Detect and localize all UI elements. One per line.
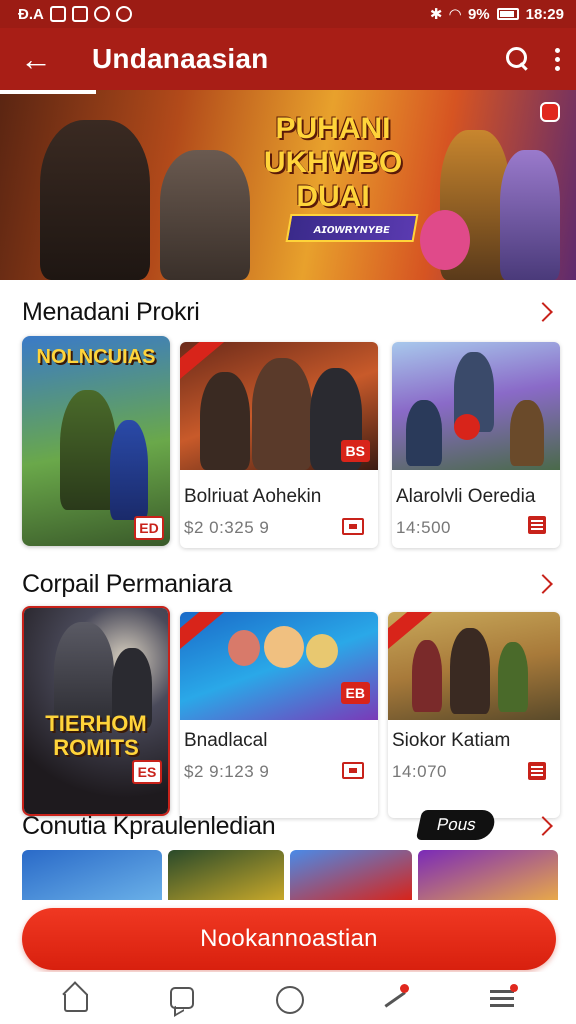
thumb-figure — [406, 400, 442, 466]
thumb-figure — [412, 640, 442, 712]
game-price: 14:500 — [396, 518, 451, 537]
battery-percent: 9% — [467, 5, 490, 23]
game-card[interactable]: EB Bnadlacal $2 9:123 9 — [180, 612, 378, 818]
promo-banner[interactable]: PUHANI UKHWBO DUAI ᴀɪᴏᴡʀʏɴʏʙᴇ — [0, 90, 576, 280]
plus-pill[interactable]: Pous — [416, 810, 498, 840]
alarm-icon — [93, 6, 110, 22]
menu-icon[interactable] — [486, 982, 519, 1014]
stats-icon[interactable] — [379, 982, 411, 1014]
game-price: $2 0:325 9 — [184, 518, 270, 537]
featured-game-badge: ES — [132, 760, 162, 784]
game-price: 14:070 — [392, 762, 447, 781]
game-card[interactable]: Alarolvli Oeredia 14:500 — [392, 342, 560, 548]
more-options-icon[interactable] — [554, 47, 560, 71]
game-card[interactable]: Siokor Katiam 14:070 — [388, 612, 560, 818]
status-bar: Đ.A ✱ ◠ 9% 18:29 — [0, 0, 576, 28]
game-name: Bolriuat Aohekin — [184, 486, 322, 507]
banner-tag: ᴀɪᴏᴡʀʏɴʏʙᴇ — [285, 214, 419, 242]
search-icon[interactable] — [506, 47, 530, 71]
game-chip: BS — [340, 440, 370, 462]
sync-icon — [115, 6, 132, 22]
featured-game-card[interactable]: TIERHOM ROMITS ES — [22, 606, 170, 816]
section-header[interactable]: Conutia Kpraulenledian Pous — [22, 808, 558, 844]
thumb-head — [228, 630, 260, 666]
wifi-icon: ◠ — [449, 6, 461, 23]
section-title: Corpail Permaniara — [22, 569, 232, 598]
thumb-figure — [510, 400, 544, 466]
banner-hero-creature — [420, 210, 470, 270]
notification-icon — [49, 6, 66, 22]
featured-hero-figure — [60, 390, 116, 510]
list-icon[interactable] — [528, 762, 546, 780]
banner-indicator — [0, 90, 96, 94]
app-screen: Đ.A ✱ ◠ 9% 18:29 ← Undanaasian PUHANI UK… — [0, 0, 576, 1024]
section-title: Menadani Prokri — [22, 297, 200, 326]
new-ribbon — [180, 612, 227, 655]
featured-game-title: TIERHOM ROMITS — [45, 711, 147, 760]
featured-game-badge: ED — [134, 516, 164, 540]
thumb-figure — [450, 628, 490, 714]
section-header[interactable]: Menadani Prokri — [22, 294, 558, 330]
game-thumbnail-mini[interactable] — [418, 850, 558, 900]
section-title: Conutia Kpraulenledian — [22, 811, 276, 840]
page-title: Undanaasian — [92, 43, 269, 74]
battery-icon — [496, 8, 519, 20]
hexagon-icon[interactable] — [272, 982, 304, 1014]
status-left: Đ.A — [18, 6, 132, 23]
game-thumbnail: EB — [180, 612, 378, 720]
status-carrier-text: Đ.A — [18, 5, 44, 23]
chat-icon[interactable] — [165, 982, 197, 1014]
banner-hero-elf — [500, 150, 560, 280]
status-right: ✱ ◠ 9% 18:29 — [429, 5, 564, 24]
bluetooth-icon: ✱ — [429, 6, 443, 23]
game-thumbnail: BS — [180, 342, 378, 470]
game-name: Bnadlacal — [184, 730, 268, 751]
section-header[interactable]: Corpail Permaniara — [22, 566, 558, 602]
game-chip: EB — [340, 682, 370, 704]
featured-sidekick-figure — [110, 420, 148, 520]
app-bar: ← Undanaasian — [0, 28, 576, 90]
primary-cta-button[interactable]: Nookannoastian — [22, 908, 556, 970]
thumb-figure — [498, 642, 528, 712]
game-thumbnail-mini[interactable] — [22, 850, 162, 900]
game-thumbnail-mini[interactable] — [290, 850, 412, 900]
cart-icon[interactable] — [342, 762, 364, 779]
banner-badge-icon — [540, 102, 560, 122]
home-icon[interactable] — [58, 982, 90, 1014]
game-name: Siokor Katiam — [392, 730, 511, 751]
back-arrow-icon[interactable]: ← — [20, 43, 60, 75]
app-bar-actions — [506, 47, 560, 71]
game-card[interactable]: BS Bolriuat Aohekin $2 0:325 9 — [180, 342, 378, 548]
game-thumbnail — [392, 342, 560, 470]
thumb-head — [264, 626, 304, 668]
featured-game-title: NOLNCUIAS — [36, 346, 156, 368]
chevron-right-icon[interactable] — [533, 574, 553, 594]
thumb-figure — [252, 358, 312, 470]
game-price: $2 9:123 9 — [184, 762, 270, 781]
banner-hero-knight — [40, 120, 150, 280]
app-icon — [71, 6, 88, 22]
banner-hero-warrior — [160, 150, 250, 280]
thumb-figure — [200, 372, 250, 470]
thumb-head — [454, 414, 480, 440]
chevron-right-icon[interactable] — [533, 302, 553, 322]
banner-title: PUHANI UKHWBO DUAI — [263, 112, 403, 213]
chevron-right-icon[interactable] — [533, 816, 553, 836]
game-thumbnail — [388, 612, 560, 720]
thumb-head — [306, 634, 338, 668]
status-time: 18:29 — [525, 5, 564, 23]
bottom-navigation — [0, 972, 576, 1024]
game-name: Alarolvli Oeredia — [396, 486, 536, 507]
cart-icon[interactable] — [342, 518, 364, 535]
game-thumbnail-mini[interactable] — [168, 850, 284, 900]
featured-game-card[interactable]: NOLNCUIAS ED — [22, 336, 170, 546]
content-area: Menadani Prokri NOLNCUIAS ED BS Bolriuat… — [0, 280, 576, 900]
list-icon[interactable] — [528, 516, 546, 534]
cta-area: Nookannoastian — [0, 900, 576, 972]
